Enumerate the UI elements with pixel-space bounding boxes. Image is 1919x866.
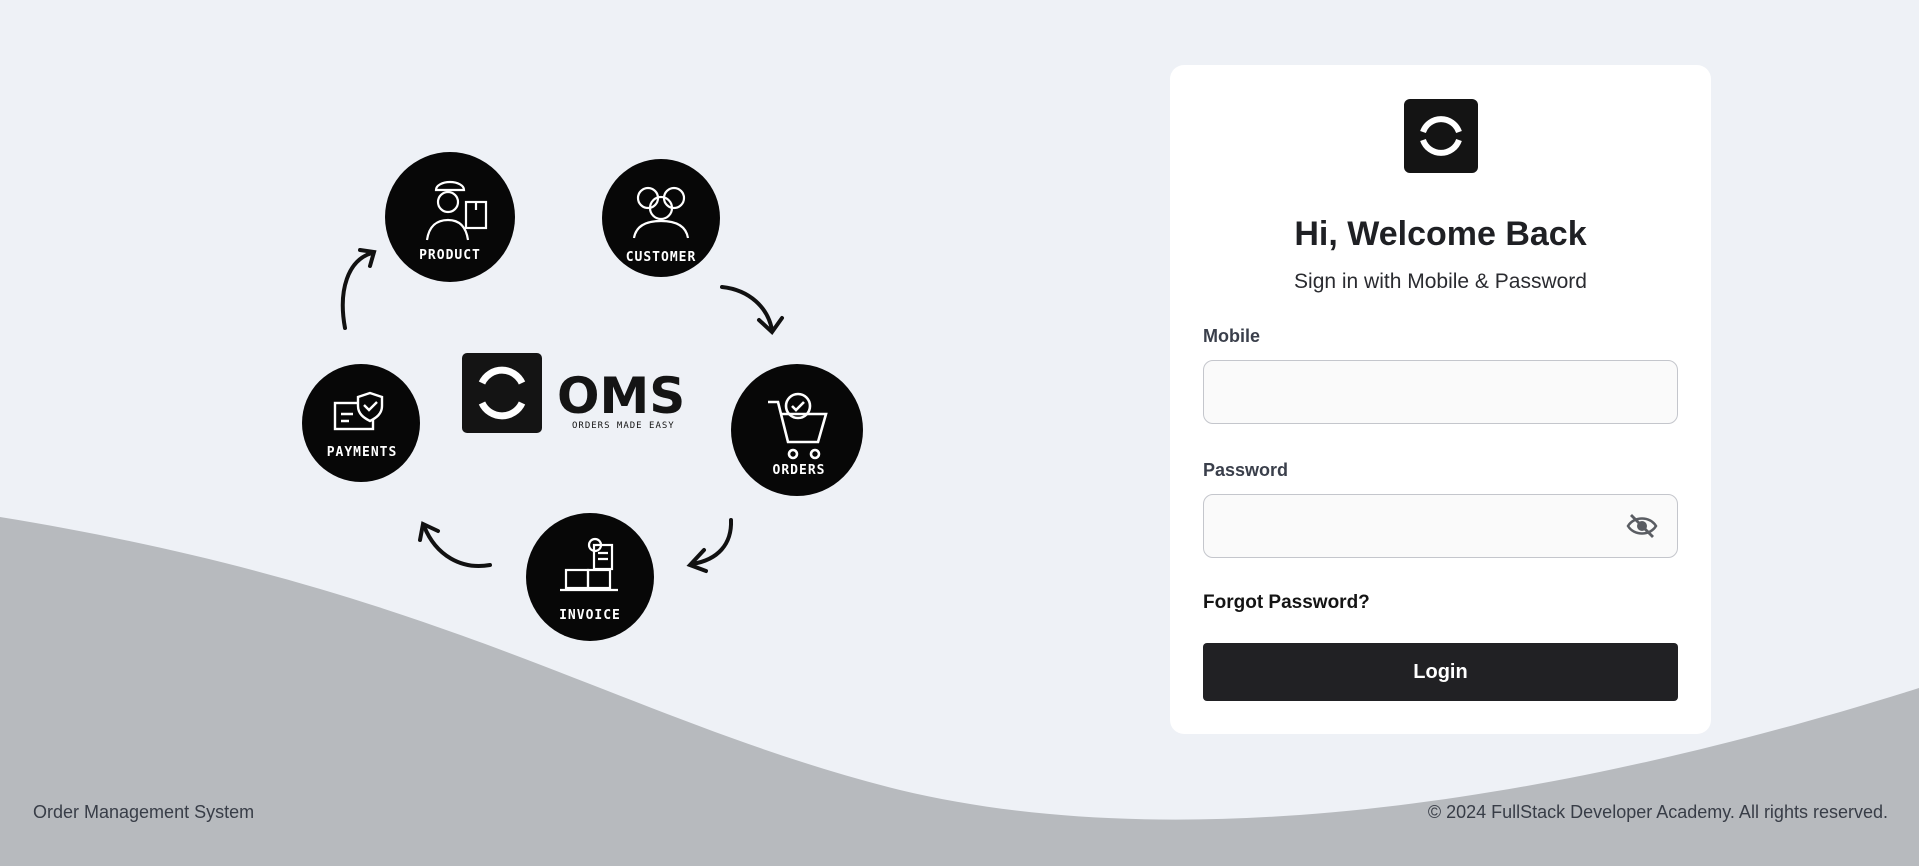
- password-field-wrap: [1203, 494, 1678, 558]
- svg-text:PRODUCT: PRODUCT: [419, 248, 481, 263]
- footer-app-name: Order Management System: [33, 802, 255, 822]
- svg-text:INVOICE: INVOICE: [559, 608, 621, 623]
- svg-text:OMS: OMS: [557, 367, 685, 425]
- footer-copyright: © 2024 FullStack Developer Academy. All …: [1427, 802, 1888, 822]
- svg-text:ORDERS: ORDERS: [773, 463, 826, 478]
- payments-node: PAYMENTS: [302, 364, 420, 482]
- svg-text:CUSTOMER: CUSTOMER: [626, 250, 697, 265]
- mobile-field-wrap: [1203, 360, 1678, 424]
- login-button[interactable]: Login: [1203, 643, 1678, 701]
- oms-brand-logo: OMS ORDERS MADE EASY: [462, 353, 685, 433]
- welcome-title: Hi, Welcome Back: [1294, 215, 1587, 253]
- svg-text:PAYMENTS: PAYMENTS: [327, 445, 398, 460]
- svg-text:ORDERS MADE EASY: ORDERS MADE EASY: [572, 421, 675, 431]
- login-card: Hi, Welcome Back Sign in with Mobile & P…: [1170, 65, 1711, 734]
- arrow-icon: [422, 524, 492, 568]
- orders-node: ORDERS: [731, 364, 863, 496]
- app-logo: [1403, 99, 1478, 173]
- eye-off-icon[interactable]: [1626, 512, 1658, 540]
- invoice-node: INVOICE: [526, 513, 654, 641]
- product-node: PRODUCT: [385, 152, 515, 282]
- mobile-input[interactable]: [1203, 360, 1678, 424]
- password-label: Password: [1203, 460, 1289, 480]
- arrow-icon: [340, 251, 374, 330]
- customer-node: CUSTOMER: [602, 159, 720, 277]
- signin-subtitle: Sign in with Mobile & Password: [1294, 270, 1587, 293]
- forgot-password-link[interactable]: Forgot Password?: [1203, 592, 1370, 614]
- password-input[interactable]: [1203, 494, 1678, 558]
- hero-illustration: PRODUCT CUSTOMER ORDERS INVOICE PAYMENTS…: [302, 152, 863, 641]
- mobile-label: Mobile: [1203, 326, 1260, 346]
- sync-logo-icon: [1419, 116, 1462, 156]
